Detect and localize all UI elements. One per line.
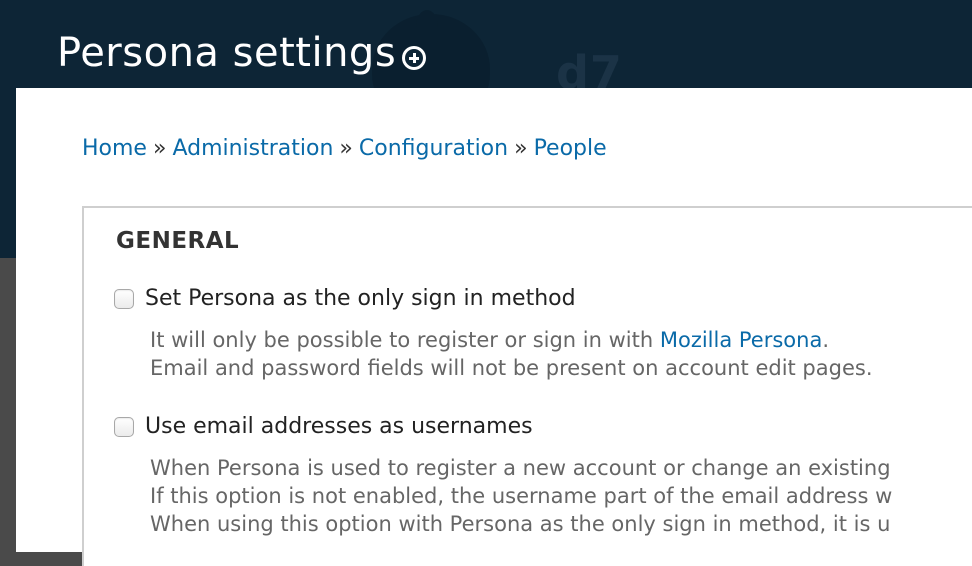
description-text: It will only be possible to register or … [150,328,660,352]
breadcrumb-separator: » [514,136,528,161]
breadcrumb: Home» Administration» Configuration» People [82,136,607,161]
mozilla-persona-link[interactable]: Mozilla Persona [660,328,822,352]
add-shortcut-icon[interactable] [402,46,426,70]
breadcrumb-home-link[interactable]: Home [82,136,147,161]
breadcrumb-configuration-link[interactable]: Configuration [359,136,508,161]
page-title: Persona settings [57,30,397,76]
general-fieldset: GENERAL Set Persona as the only sign in … [82,206,972,566]
breadcrumb-separator: » [152,136,167,161]
content-panel: Home» Administration» Configuration» People… [16,88,972,566]
only-sign-in-method-option[interactable]: Set Persona as the only sign in method [114,286,576,311]
description-line: Email and password fields will not be pr… [150,356,873,380]
email-as-username-option[interactable]: Use email addresses as usernames [114,414,533,439]
description-line: When Persona is used to register a new a… [150,456,891,480]
email-as-username-checkbox[interactable] [114,416,134,437]
email-as-username-description: When Persona is used to register a new a… [150,454,892,538]
only-sign-in-method-checkbox[interactable] [114,288,134,309]
description-line: It will only be possible to register or … [150,326,873,354]
breadcrumb-administration-link[interactable]: Administration [172,136,333,161]
fieldset-legend: GENERAL [116,228,240,254]
breadcrumb-separator: » [339,136,353,161]
only-sign-in-method-label[interactable]: Set Persona as the only sign in method [145,286,576,311]
breadcrumb-people-link[interactable]: People [534,136,607,161]
only-sign-in-method-description: It will only be possible to register or … [150,326,873,382]
description-text: . [822,328,830,352]
email-as-username-label[interactable]: Use email addresses as usernames [145,414,533,439]
description-line: If this option is not enabled, the usern… [150,484,893,508]
description-line: When using this option with Persona as t… [150,512,891,536]
